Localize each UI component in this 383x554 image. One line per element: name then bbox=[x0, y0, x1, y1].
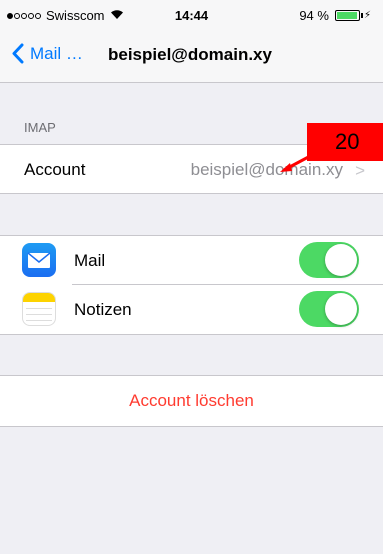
account-value: beispiel@domain.xy bbox=[190, 160, 343, 179]
app-row-mail: Mail bbox=[0, 236, 383, 284]
app-row-notes: Notizen bbox=[0, 285, 383, 333]
delete-account-label: Account löschen bbox=[129, 391, 254, 410]
apps-group: Mail Notizen bbox=[0, 235, 383, 335]
navigation-bar: Mail … beispiel@domain.xy bbox=[0, 30, 383, 83]
page-title: beispiel@domain.xy bbox=[108, 45, 272, 64]
annotation-arrow-icon bbox=[280, 152, 315, 172]
account-label: Account bbox=[24, 160, 86, 179]
app-label-mail: Mail bbox=[74, 251, 106, 270]
notes-toggle[interactable] bbox=[299, 291, 359, 327]
delete-account-button[interactable]: Account löschen bbox=[0, 376, 383, 426]
annotation-badge: 20 bbox=[307, 123, 383, 161]
battery-percent: 94 % bbox=[299, 8, 329, 23]
back-button[interactable]: Mail … bbox=[12, 43, 83, 64]
battery-status: 94 % ⚡ bbox=[299, 8, 371, 23]
status-bar: Swisscom 14:44 94 % ⚡ bbox=[0, 0, 383, 30]
notes-icon bbox=[22, 292, 56, 326]
section-header-imap: IMAP bbox=[24, 120, 56, 135]
charging-icon: ⚡ bbox=[363, 10, 371, 21]
chevron-right-icon: > bbox=[355, 161, 365, 180]
app-label-notes: Notizen bbox=[74, 300, 132, 319]
delete-group: Account löschen bbox=[0, 375, 383, 427]
chevron-left-icon bbox=[12, 43, 24, 64]
mail-icon bbox=[22, 243, 56, 277]
battery-icon bbox=[334, 10, 360, 21]
mail-toggle[interactable] bbox=[299, 242, 359, 278]
back-button-label: Mail … bbox=[30, 43, 83, 63]
